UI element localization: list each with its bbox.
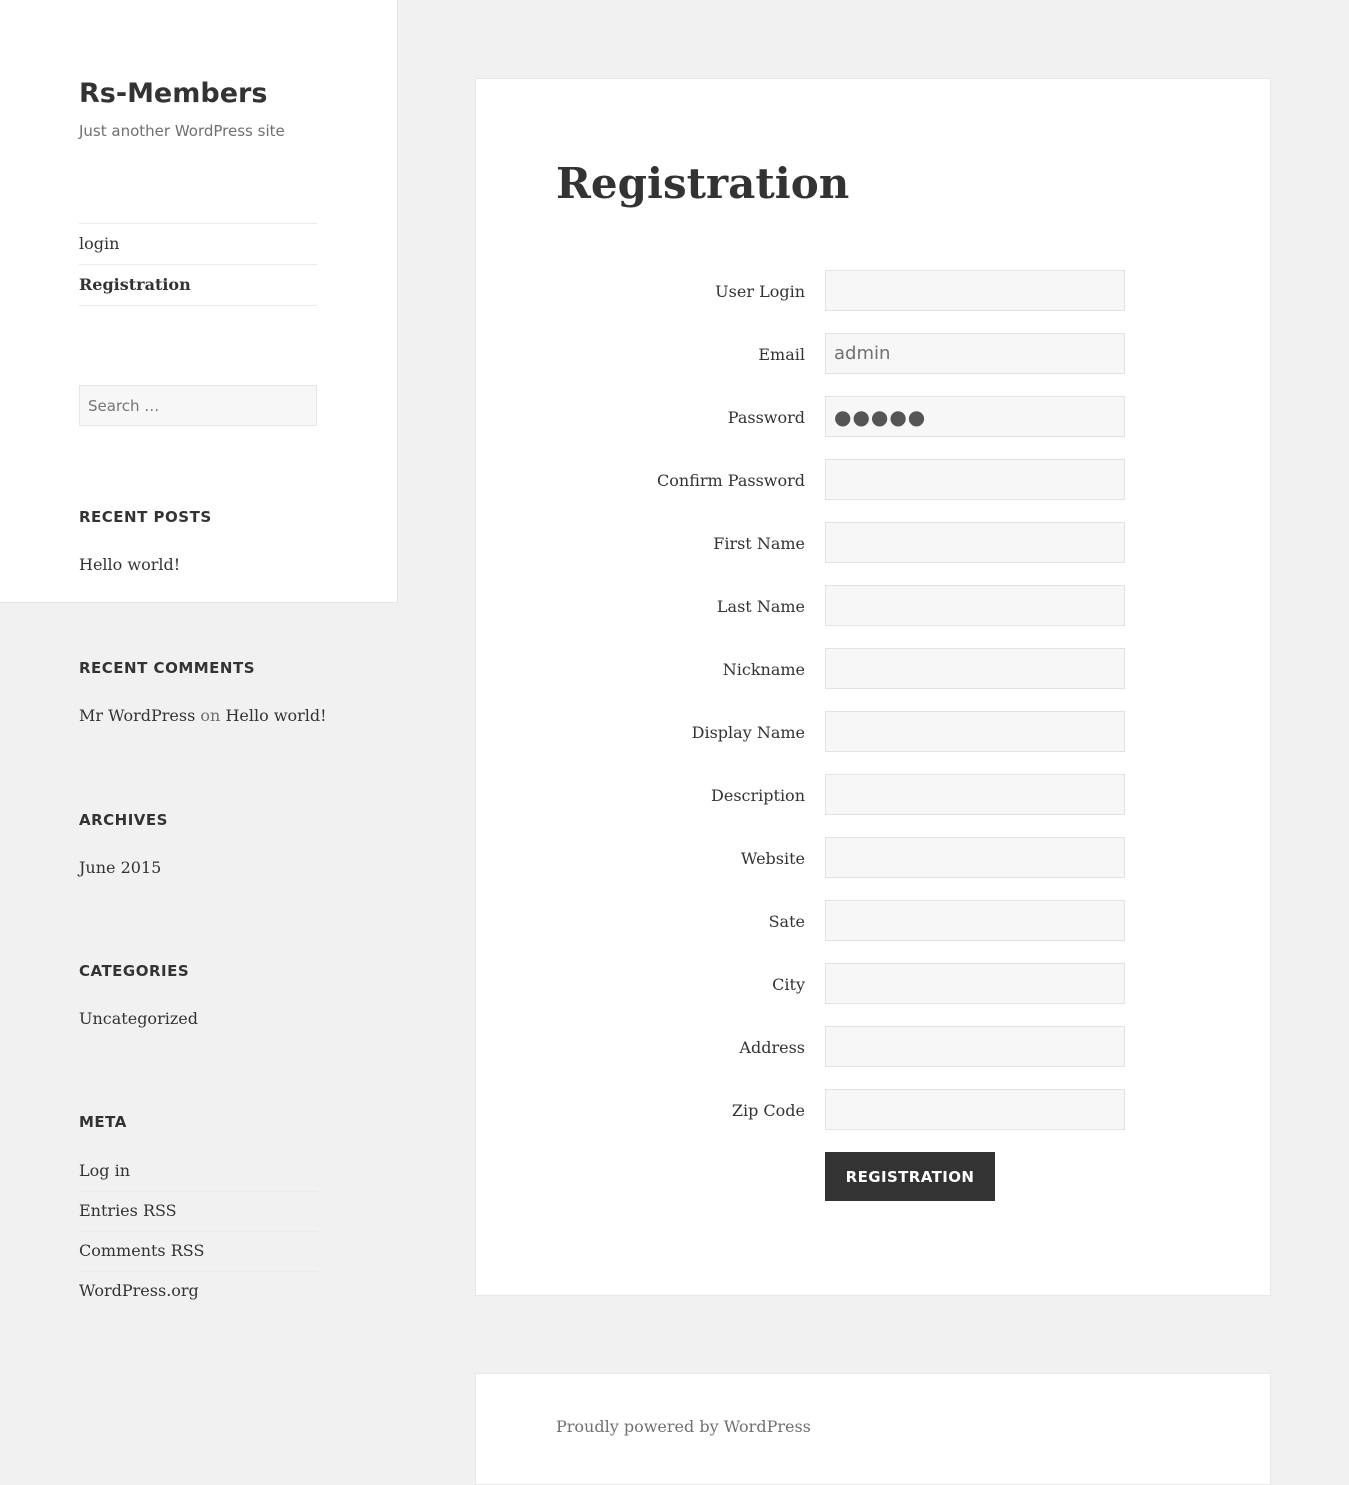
meta-heading: META (79, 1113, 127, 1131)
first-name-label: First Name (713, 534, 805, 553)
registration-submit-button[interactable]: REGISTRATION (825, 1152, 995, 1201)
comment-post-link[interactable]: Hello world! (225, 706, 326, 725)
state-label: Sate (768, 912, 805, 931)
meta-wordpress-link[interactable]: WordPress.org (79, 1272, 317, 1311)
form-row-display-name: Display Name (476, 711, 1270, 752)
form-row-zip-code: Zip Code (476, 1089, 1270, 1130)
recent-comments-heading: RECENT COMMENTS (79, 659, 256, 677)
display-name-input[interactable] (825, 711, 1125, 752)
email-label: Email (758, 345, 805, 364)
user-login-input[interactable] (825, 270, 1125, 311)
page-title: Registration (556, 159, 850, 208)
zip-code-label: Zip Code (731, 1101, 805, 1120)
category-link[interactable]: Uncategorized (79, 1009, 198, 1028)
comment-on-text: on (200, 706, 221, 725)
form-row-state: Sate (476, 900, 1270, 941)
meta-entries-rss-link[interactable]: Entries RSS (79, 1192, 317, 1232)
password-label: Password (727, 408, 805, 427)
site-footer: Proudly powered by WordPress (475, 1373, 1271, 1485)
zip-code-input[interactable] (825, 1089, 1125, 1130)
display-name-label: Display Name (691, 723, 805, 742)
website-label: Website (740, 849, 805, 868)
city-label: City (772, 975, 805, 994)
last-name-label: Last Name (716, 597, 805, 616)
nickname-input[interactable] (825, 648, 1125, 689)
footer-credit-link[interactable]: Proudly powered by WordPress (556, 1417, 811, 1436)
city-input[interactable] (825, 963, 1125, 1004)
form-row-last-name: Last Name (476, 585, 1270, 626)
confirm-password-input[interactable] (825, 459, 1125, 500)
confirm-password-label: Confirm Password (657, 471, 805, 490)
form-row-website: Website (476, 837, 1270, 878)
state-input[interactable] (825, 900, 1125, 941)
address-input[interactable] (825, 1026, 1125, 1067)
email-input[interactable] (825, 333, 1125, 374)
comment-author-link[interactable]: Mr WordPress (79, 706, 195, 725)
form-row-email: Email (476, 333, 1270, 374)
main-navigation: login Registration (79, 223, 317, 306)
last-name-input[interactable] (825, 585, 1125, 626)
website-input[interactable] (825, 837, 1125, 878)
nav-item-registration[interactable]: Registration (79, 265, 317, 306)
form-row-password: Password (476, 396, 1270, 437)
first-name-input[interactable] (825, 522, 1125, 563)
recent-posts-heading: RECENT POSTS (79, 508, 212, 526)
meta-login-link[interactable]: Log in (79, 1152, 317, 1192)
main-content-card: Registration User Login Email Password C… (475, 78, 1271, 1296)
site-title[interactable]: Rs-Members (79, 78, 267, 109)
categories-heading: CATEGORIES (79, 962, 190, 980)
meta-comments-rss-link[interactable]: Comments RSS (79, 1232, 317, 1272)
recent-post-link[interactable]: Hello world! (79, 555, 180, 574)
archives-heading: ARCHIVES (79, 811, 168, 829)
form-row-confirm-password: Confirm Password (476, 459, 1270, 500)
form-row-description: Description (476, 774, 1270, 815)
form-row-nickname: Nickname (476, 648, 1270, 689)
site-description: Just another WordPress site (79, 122, 285, 140)
description-label: Description (711, 786, 805, 805)
search-input[interactable] (79, 385, 317, 426)
recent-comment-item: Mr WordPress on Hello world! (79, 706, 327, 725)
password-input[interactable] (825, 396, 1125, 437)
description-input[interactable] (825, 774, 1125, 815)
form-row-city: City (476, 963, 1270, 1004)
meta-list: Log in Entries RSS Comments RSS WordPres… (79, 1152, 317, 1311)
form-row-user-login: User Login (476, 270, 1270, 311)
form-row-address: Address (476, 1026, 1270, 1067)
archive-link[interactable]: June 2015 (79, 858, 161, 877)
form-row-first-name: First Name (476, 522, 1270, 563)
user-login-label: User Login (715, 282, 805, 301)
address-label: Address (739, 1038, 805, 1057)
nav-item-login[interactable]: login (79, 224, 317, 265)
nickname-label: Nickname (722, 660, 805, 679)
